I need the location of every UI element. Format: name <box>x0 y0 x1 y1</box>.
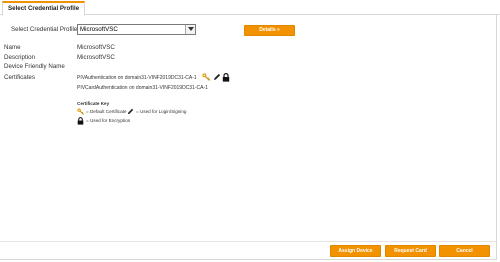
certificate-item: PIVAuthentication on domain31-VINF2019DC… <box>77 75 197 81</box>
device-friendly-name-label: Device Friendly Name <box>4 63 65 70</box>
name-label: Name <box>4 44 21 51</box>
certificate-item: PIVCardAuthentication on domain31-VINF20… <box>77 85 208 91</box>
footer-divider <box>0 241 497 242</box>
lock-icon <box>77 117 84 125</box>
credential-profile-selected-value: MicrosoftVSC <box>80 26 118 33</box>
request-card-button[interactable]: Request Card <box>385 245 436 257</box>
cancel-button[interactable]: Cancel <box>439 245 490 257</box>
chevron-down-icon[interactable] <box>185 25 195 34</box>
lock-icon <box>222 73 230 84</box>
details-button[interactable]: Details » <box>244 25 295 36</box>
content-frame <box>0 15 497 260</box>
key-legend-text: = Used for Encryption <box>86 118 131 123</box>
key-legend-text: = Default Certificate <box>86 109 127 114</box>
key-icon <box>77 108 84 115</box>
tab-bar: Select Credential Profile <box>0 0 500 16</box>
certificates-label: Certificates <box>4 74 35 81</box>
key-icon <box>202 73 210 83</box>
certificate-icons <box>202 73 232 82</box>
assign-device-button[interactable]: Assign Device <box>330 245 381 257</box>
pen-icon <box>213 73 221 83</box>
tab-select-credential-profile[interactable]: Select Credential Profile <box>2 1 86 16</box>
name-value: MicrosoftVSC <box>77 44 115 51</box>
credential-profile-select[interactable]: MicrosoftVSC <box>77 24 196 35</box>
description-label: Description <box>4 54 35 61</box>
pen-icon <box>127 108 134 115</box>
certificate-key-title: Certificate Key <box>77 101 110 106</box>
profile-select-label: Select Credential Profile: <box>11 26 80 33</box>
description-value: MicrosoftVSC <box>77 54 115 61</box>
key-legend-text: = Used for Login/Signing <box>136 109 187 114</box>
